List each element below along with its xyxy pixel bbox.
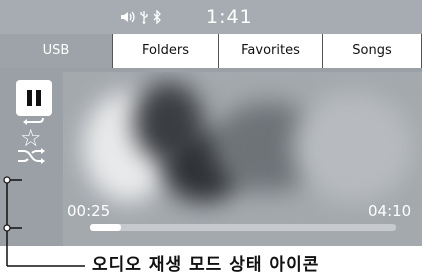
pause-icon	[27, 90, 32, 106]
annotation-caption: 오디오 재생 모드 상태 아이콘	[92, 255, 320, 275]
repeat-icon[interactable]	[14, 107, 48, 125]
clock: 1:41	[206, 6, 253, 28]
audio-player-screen: 1:41 USB Folders Favorites Songs ☆ 00:25…	[0, 0, 422, 246]
volume-icon	[121, 11, 135, 23]
bluetooth-icon	[153, 10, 161, 24]
tab-songs[interactable]: Songs	[322, 34, 422, 68]
usb-icon	[140, 11, 148, 24]
status-icons	[120, 9, 200, 25]
tab-usb[interactable]: USB	[0, 34, 112, 68]
progress-fill	[90, 224, 121, 231]
shuffle-icon[interactable]	[14, 147, 48, 165]
progress-bar[interactable]	[90, 224, 396, 231]
tab-bar: USB Folders Favorites Songs	[0, 34, 422, 68]
status-bar: 1:41	[0, 0, 422, 34]
total-time: 04:10	[368, 202, 412, 220]
elapsed-time: 00:25	[67, 202, 111, 220]
tab-folders[interactable]: Folders	[112, 34, 218, 68]
tab-favorites[interactable]: Favorites	[218, 34, 322, 68]
